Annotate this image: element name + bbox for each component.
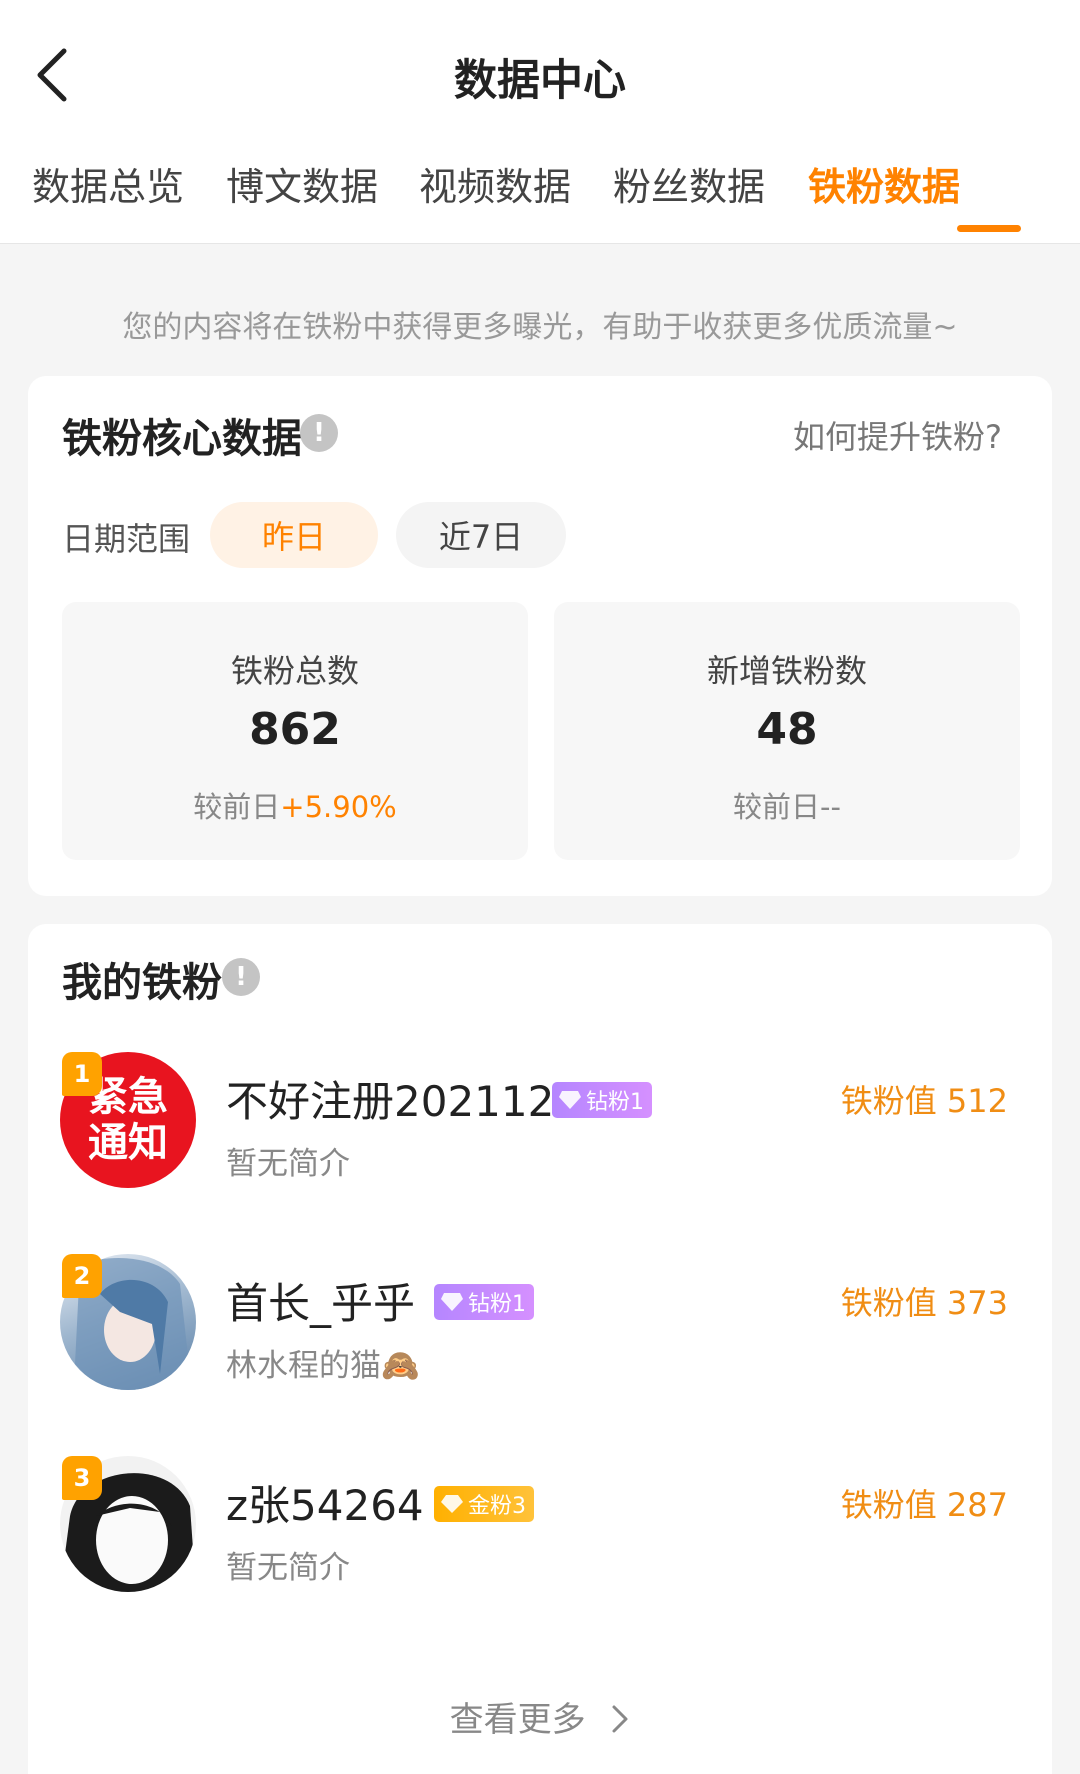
fan-row[interactable]: 3 z张54264 金粉3 暂无简介 铁粉值 287	[28, 1456, 1052, 1596]
rank-badge: 2	[62, 1254, 102, 1298]
fan-name: z张54264	[226, 1481, 424, 1530]
compare-value: +5.90%	[280, 790, 397, 824]
active-tab-indicator	[957, 225, 1021, 232]
fan-bio: 暂无简介	[226, 1146, 350, 1182]
page-title: 数据中心	[454, 56, 626, 106]
notice-text: 您的内容将在铁粉中获得更多曝光，有助于收获更多优质流量~	[122, 310, 958, 345]
date-range-label: 日期范围	[62, 520, 191, 558]
chip-last-7-days[interactable]: 近7日	[396, 502, 566, 568]
tab-overview[interactable]: 数据总览	[32, 156, 184, 211]
tab-iron-fan-data[interactable]: 铁粉数据	[808, 156, 960, 211]
stat-new-label: 新增铁粉数	[706, 652, 867, 690]
gem-icon	[441, 1495, 463, 1513]
stat-total-label: 铁粉总数	[230, 652, 359, 690]
fan-level-label: 钻粉1	[586, 1090, 644, 1115]
fan-score: 铁粉值 287	[840, 1486, 1008, 1524]
fan-level-tag: 钻粉1	[552, 1082, 652, 1118]
fan-level-tag: 金粉3	[434, 1486, 534, 1522]
fan-level-tag: 钻粉1	[434, 1284, 534, 1320]
stat-new-compare: 较前日--	[733, 790, 841, 824]
top-bar: 数据中心 数据总览 博文数据 视频数据 粉丝数据 铁粉数据	[0, 0, 1080, 244]
fan-name: 不好注册202112	[226, 1077, 555, 1126]
stat-total-fans: 铁粉总数 862 较前日+5.90%	[62, 602, 528, 860]
compare-prefix: 较前日	[193, 790, 281, 824]
core-data-title: 铁粉核心数据	[62, 416, 302, 462]
stat-new-value: 48	[756, 704, 818, 755]
fan-bio: 暂无简介	[226, 1550, 350, 1586]
fan-level-label: 钻粉1	[468, 1292, 526, 1317]
fan-row[interactable]: 2 首长_乎乎 钻粉1 林水程的猫🙈 铁粉值 373	[28, 1254, 1052, 1394]
info-icon[interactable]: !	[300, 414, 338, 452]
fan-level-label: 金粉3	[468, 1494, 526, 1519]
fan-bio: 林水程的猫🙈	[226, 1348, 420, 1384]
chevron-right-icon	[612, 1705, 628, 1733]
rank-badge: 1	[62, 1052, 102, 1096]
diamond-icon	[441, 1293, 463, 1311]
info-icon[interactable]: !	[222, 958, 260, 996]
stat-new-fans: 新增铁粉数 48 较前日--	[554, 602, 1020, 860]
tab-post-data[interactable]: 博文数据	[226, 156, 378, 211]
rank-badge: 3	[62, 1456, 102, 1500]
fan-row[interactable]: 紧急 通知 1 不好注册202112 钻粉1 暂无简介 铁粉值 512	[28, 1052, 1052, 1192]
diamond-icon	[559, 1091, 581, 1109]
core-data-card: 铁粉核心数据 ! 如何提升铁粉? 日期范围 昨日 近7日 铁粉总数 862 较前…	[28, 376, 1052, 896]
chip-yesterday[interactable]: 昨日	[210, 502, 378, 568]
tab-bar: 数据总览 博文数据 视频数据 粉丝数据 铁粉数据	[0, 156, 1080, 216]
stat-total-compare: 较前日+5.90%	[62, 784, 528, 826]
fan-score: 铁粉值 373	[840, 1284, 1008, 1322]
my-fans-title: 我的铁粉	[62, 960, 222, 1006]
tab-video-data[interactable]: 视频数据	[419, 156, 571, 211]
tab-fan-data[interactable]: 粉丝数据	[613, 156, 765, 211]
see-more-button[interactable]: 查看更多	[28, 1692, 1052, 1741]
fan-name: 首长_乎乎	[226, 1279, 416, 1328]
fan-score: 铁粉值 512	[840, 1082, 1008, 1120]
avatar-text-line: 通知	[88, 1120, 168, 1166]
stat-total-value: 862	[249, 704, 341, 755]
my-fans-card: 我的铁粉 ! 紧急 通知 1 不好注册202112 钻粉1 暂无简介 铁粉值 5…	[28, 924, 1052, 1774]
how-to-increase-link[interactable]: 如何提升铁粉?	[793, 412, 1002, 458]
see-more-label: 查看更多	[449, 1700, 586, 1740]
